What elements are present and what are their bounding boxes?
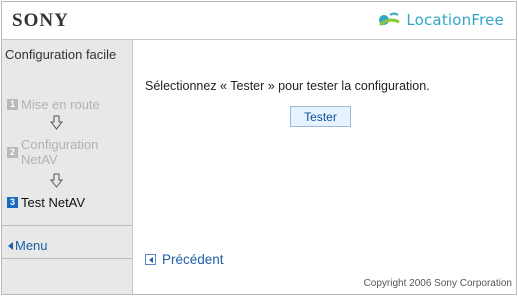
step-number: 3 [7, 197, 18, 208]
locationfree-logo: LocationFree [377, 11, 504, 29]
step-1[interactable]: 1 Mise en route [7, 97, 100, 112]
tester-button[interactable]: Tester [290, 106, 351, 127]
previous-label: Précédent [162, 252, 224, 267]
left-arrow-icon [8, 241, 13, 250]
previous-icon [145, 254, 156, 265]
sidebar-title: Configuration facile [5, 47, 117, 62]
divider [2, 258, 132, 259]
menu-label: Menu [15, 238, 48, 253]
step-number: 1 [7, 99, 18, 110]
menu-link[interactable]: Menu [8, 238, 48, 253]
step-label: Test NetAV [21, 195, 86, 210]
header: SONY LocationFree [2, 2, 516, 40]
previous-link[interactable]: Précédent [145, 252, 224, 267]
sidebar: Configuration facile 1 Mise en route 2 C… [2, 40, 133, 294]
step-label: Mise en route [21, 97, 100, 112]
copyright-text: Copyright 2006 Sony Corporation [363, 278, 512, 289]
sony-logo: SONY [12, 10, 69, 31]
step-2[interactable]: 2 Configuration NetAV [7, 137, 117, 167]
down-arrow-icon [50, 115, 63, 130]
step-label: Configuration NetAV [21, 137, 99, 167]
divider [2, 225, 132, 226]
step-3-current[interactable]: 3 Test NetAV [7, 195, 85, 210]
locationfree-text: LocationFree [406, 11, 504, 29]
down-arrow-icon [50, 173, 63, 188]
instruction-text: Sélectionnez « Tester » pour tester la c… [145, 79, 430, 93]
step-number: 2 [7, 147, 18, 158]
window-frame: SONY LocationFree Configuration facile 1… [1, 1, 517, 295]
main-content: Sélectionnez « Tester » pour tester la c… [133, 40, 516, 294]
locationfree-icon [379, 12, 400, 26]
